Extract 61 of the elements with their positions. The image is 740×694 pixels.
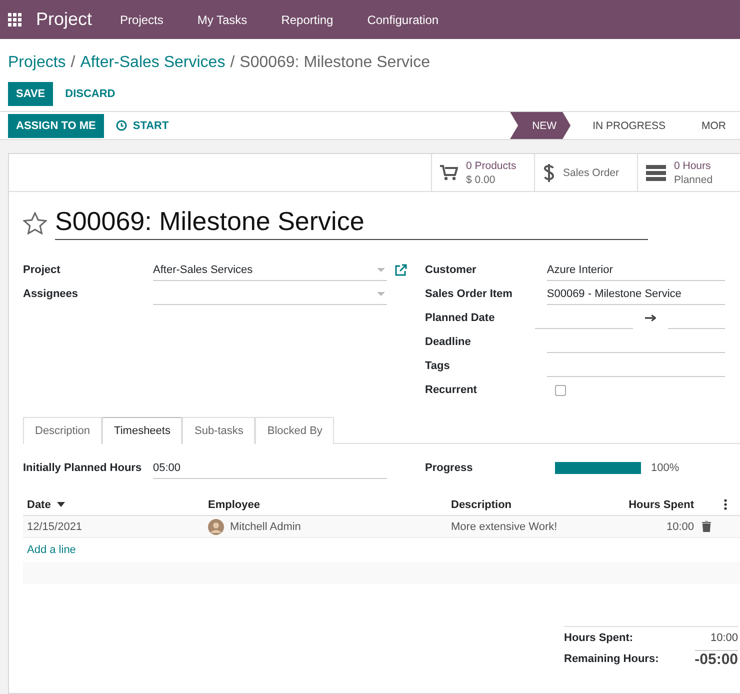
breadcrumb-link[interactable]: Projects [8,54,66,72]
external-link-icon[interactable] [395,264,407,276]
delete-icon[interactable] [702,521,711,532]
star-icon[interactable] [23,212,47,234]
breadcrumb-link[interactable]: After-Sales Services [80,54,226,72]
nav-menu-item[interactable]: Reporting [281,12,334,26]
column-header[interactable]: Hours Spent [617,498,694,510]
tab[interactable]: Timesheets [102,417,182,444]
hours-field[interactable]: 05:00 [153,458,387,478]
save-button[interactable]: SAVE [8,82,54,106]
clock-icon [116,120,127,131]
text-field[interactable]: S00069 - Milestone Service [546,284,725,304]
nav-menu-item[interactable]: Configuration [367,12,439,26]
field-label: Sales Order Item [425,288,514,300]
sort-caret-icon [56,502,65,507]
field-label: Deadline [425,336,472,348]
checkbox[interactable] [555,384,566,396]
breadcrumb-separator: / [70,54,76,72]
employee-name: Mitchell Admin [230,520,301,532]
start-button[interactable]: START [108,114,177,138]
column-header[interactable]: Employee [204,498,447,510]
field-label: Customer [425,264,478,276]
total-value: 10:00 [710,632,738,644]
field-label: Progress [425,462,474,474]
nav-menu-item[interactable]: Projects [120,12,164,26]
field-label: Assignees [23,288,80,300]
table-cell-text: 12/15/2021 [26,520,84,532]
avatar-icon [208,518,224,534]
field-label: Initially Planned Hours [23,462,143,474]
tab[interactable]: Blocked By [255,417,334,444]
more-options-icon[interactable] [724,499,727,510]
field-label: Project [23,264,62,276]
field-label: Tags [425,360,451,372]
select-field[interactable]: After-Sales Services [153,260,387,280]
breadcrumb-separator: / [230,54,235,72]
arrow-right-icon [645,314,656,322]
nav-menu-item[interactable]: My Tasks [197,12,248,26]
table-cell-text: 10:00 [665,520,694,532]
list-icon [646,164,666,180]
tab[interactable]: Sub-tasks [182,417,256,444]
column-header[interactable]: Description [447,498,617,510]
breadcrumb-current: S00069: Milestone Service [240,54,430,72]
progress-reading: 100% [651,462,680,474]
task-title[interactable]: S00069: Milestone Service [55,206,648,240]
total-value: -05:00 [694,650,738,668]
text-field[interactable]: Azure Interior [546,260,725,280]
total-label: Remaining Hours: [564,652,659,664]
field-label: Planned Date [425,312,496,324]
cart-icon [440,164,458,180]
add-line-link[interactable]: Add a line [23,538,740,562]
tab[interactable]: Description [23,417,102,444]
apps-menu-icon[interactable] [8,12,22,26]
app-name: Project [36,9,92,30]
field-label: Recurrent [425,384,478,396]
column-header[interactable]: Date [23,498,204,510]
dollar-icon [543,162,555,182]
total-label: Hours Spent: [564,632,634,644]
stage-button[interactable]: NEW [510,112,571,139]
discard-button[interactable]: DISCARD [57,82,124,106]
table-cell-text: More extensive Work! [450,520,558,532]
assign-button[interactable]: ASSIGN TO ME [8,114,104,138]
